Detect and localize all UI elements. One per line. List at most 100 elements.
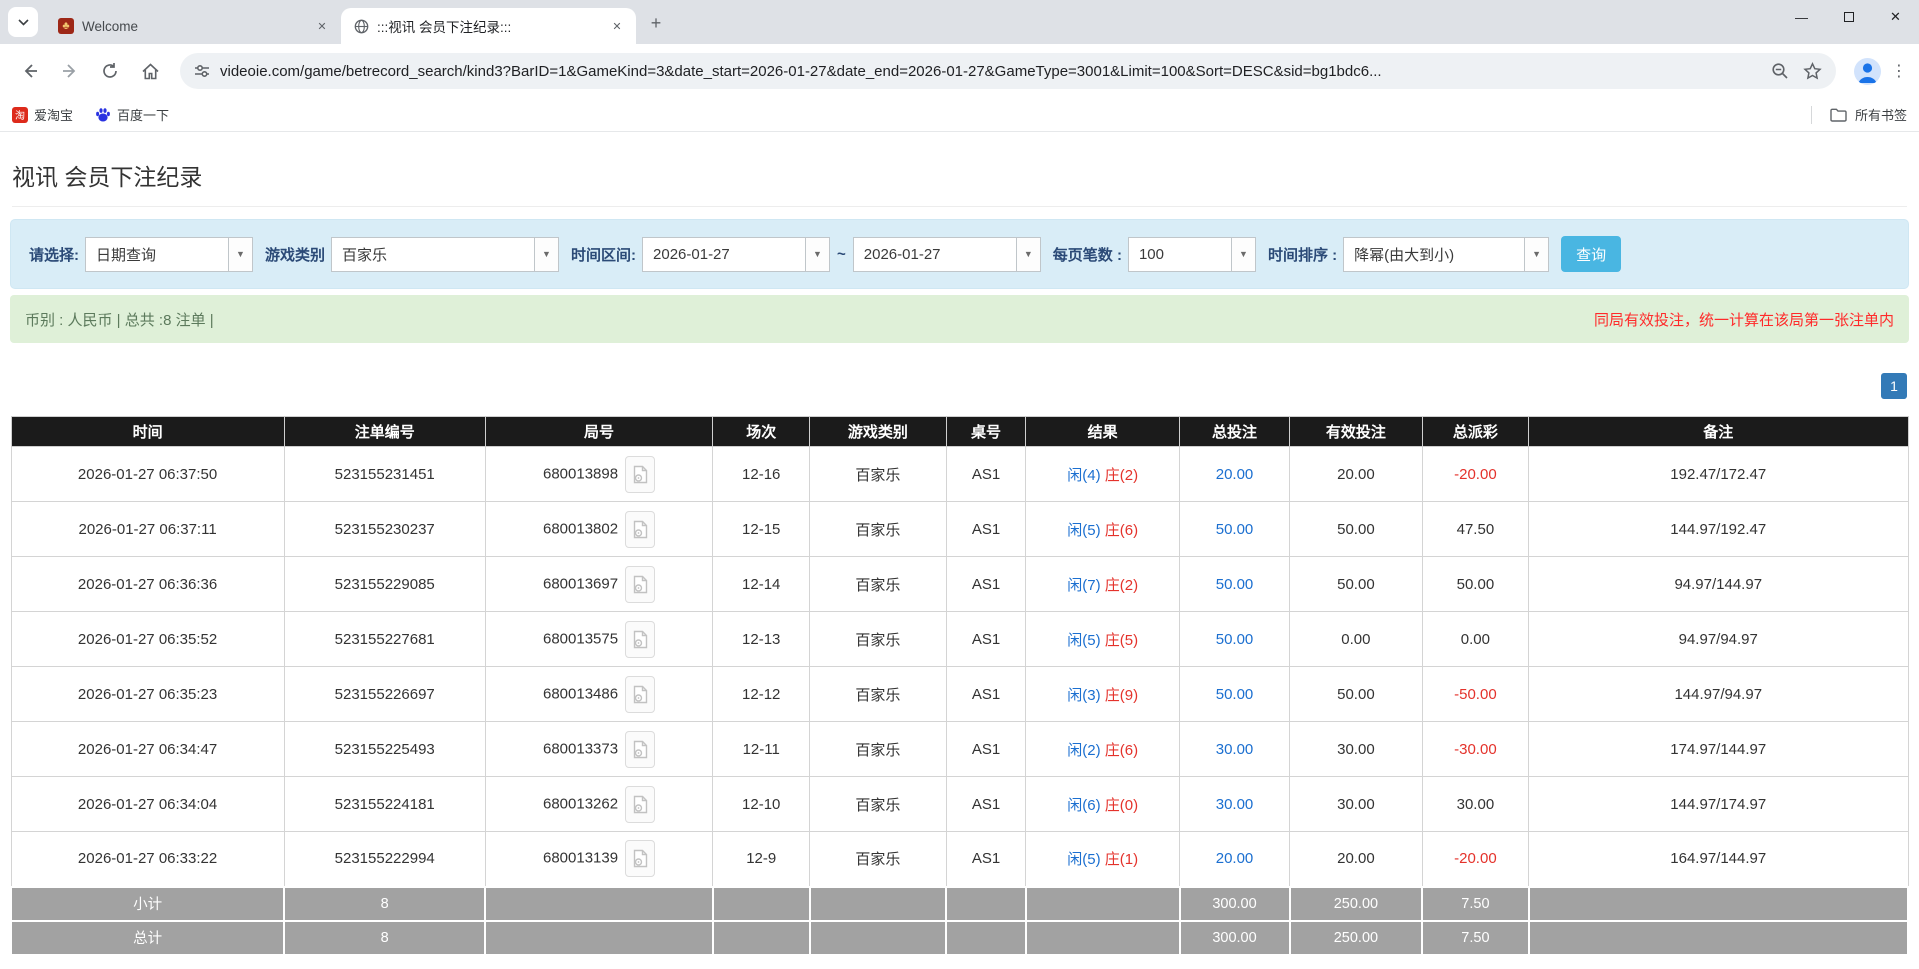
search-button[interactable]: 查询 — [1561, 236, 1621, 272]
cell-game-kind: 百家乐 — [810, 777, 947, 832]
round-replay-button[interactable] — [625, 456, 655, 493]
round-replay-button[interactable] — [625, 676, 655, 713]
zoom-out-icon[interactable] — [1771, 62, 1789, 80]
date-range-label: 时间区间: — [571, 244, 636, 265]
bookmark-star-icon[interactable] — [1803, 62, 1822, 81]
sort-select[interactable]: 降幂(由大到小) ▼ — [1343, 237, 1549, 272]
column-header: 桌号 — [946, 417, 1026, 447]
url-text[interactable]: videoie.com/game/betrecord_search/kind3?… — [220, 63, 1761, 80]
cell-round-id: 680013139 — [485, 832, 713, 887]
tab-list-chevron-button[interactable] — [8, 7, 38, 37]
cell-round-id: 680013575 — [485, 612, 713, 667]
summary-cell — [946, 887, 1026, 921]
column-header: 结果 — [1026, 417, 1180, 447]
cell-note: 94.97/94.97 — [1529, 612, 1908, 667]
cell-total-bet[interactable]: 20.00 — [1180, 447, 1290, 502]
globe-favicon-icon — [353, 18, 369, 34]
result-banker: 庄(2) — [1105, 577, 1138, 594]
home-icon[interactable] — [133, 54, 167, 88]
close-button[interactable]: ✕ — [1872, 0, 1919, 34]
tab-close-icon[interactable]: ✕ — [313, 17, 331, 35]
browser-menu-icon[interactable]: ⋮ — [1889, 61, 1909, 81]
person-icon — [1854, 58, 1881, 85]
cell-total-bet[interactable]: 20.00 — [1180, 832, 1290, 887]
cell-result: 闲(5) 庄(1) — [1026, 832, 1180, 887]
all-bookmarks-button[interactable]: 所有书签 — [1855, 105, 1907, 124]
cards-favicon-icon: ♣ — [58, 18, 74, 34]
cell-time: 2026-01-27 06:36:36 — [11, 557, 284, 612]
bookmark-label: 百度一下 — [117, 105, 169, 124]
table-header-row: 时间注单编号局号场次游戏类别桌号结果总投注有效投注总派彩备注 — [11, 417, 1908, 447]
cell-note: 174.97/144.97 — [1529, 722, 1908, 777]
window-controls: — ✕ — [1778, 0, 1919, 34]
cell-total-bet[interactable]: 50.00 — [1180, 557, 1290, 612]
result-banker: 庄(6) — [1105, 742, 1138, 759]
query-type-select[interactable]: 日期查询 ▼ — [85, 237, 253, 272]
browser-tab-betrecord[interactable]: :::视讯 会员下注纪录::: ✕ — [341, 8, 636, 44]
chevron-down-icon[interactable]: ▼ — [1524, 237, 1549, 272]
cell-result: 闲(6) 庄(0) — [1026, 777, 1180, 832]
video-file-icon — [633, 575, 648, 594]
cell-total-bet[interactable]: 30.00 — [1180, 722, 1290, 777]
round-replay-button[interactable] — [625, 621, 655, 658]
result-player: 闲(6) — [1067, 797, 1100, 814]
cell-result: 闲(3) 庄(9) — [1026, 667, 1180, 722]
game-kind-value: 百家乐 — [331, 237, 534, 272]
query-type-value: 日期查询 — [85, 237, 228, 272]
round-replay-button[interactable] — [625, 786, 655, 823]
currency-total-text: 币别 : 人民币 | 总共 :8 注单 | — [25, 309, 214, 330]
video-file-icon — [633, 685, 648, 704]
cell-total-bet[interactable]: 50.00 — [1180, 502, 1290, 557]
cell-total-bet[interactable]: 30.00 — [1180, 777, 1290, 832]
video-file-icon — [633, 465, 648, 484]
table-row: 2026-01-27 06:34:47523155225493680013373… — [11, 722, 1908, 777]
chevron-down-icon[interactable]: ▼ — [228, 237, 253, 272]
result-banker: 庄(9) — [1105, 687, 1138, 704]
table-row: 2026-01-27 06:37:50523155231451680013898… — [11, 447, 1908, 502]
tab-close-icon[interactable]: ✕ — [608, 17, 626, 35]
cell-session: 12-16 — [713, 447, 810, 502]
maximize-button[interactable] — [1825, 0, 1872, 34]
chevron-down-icon[interactable]: ▼ — [1016, 237, 1041, 272]
round-replay-button[interactable] — [625, 840, 655, 877]
summary-cell: 7.50 — [1422, 887, 1528, 921]
date-start-select[interactable]: 2026-01-27 ▼ — [642, 237, 830, 272]
cell-session: 12-13 — [713, 612, 810, 667]
cell-total-bet[interactable]: 50.00 — [1180, 612, 1290, 667]
cell-total-bet[interactable]: 50.00 — [1180, 667, 1290, 722]
result-banker: 庄(0) — [1105, 797, 1138, 814]
cell-payout: 50.00 — [1422, 557, 1528, 612]
round-replay-button[interactable] — [625, 511, 655, 548]
game-kind-select[interactable]: 百家乐 ▼ — [331, 237, 559, 272]
summary-cell — [485, 921, 713, 955]
filter-bar: 请选择: 日期查询 ▼ 游戏类别 百家乐 ▼ 时间区间: 2026-01-27 … — [10, 219, 1909, 289]
reload-icon[interactable] — [93, 54, 127, 88]
new-tab-button[interactable]: + — [642, 9, 670, 37]
site-settings-tune-icon[interactable] — [194, 63, 210, 79]
bookmarks-divider — [1811, 106, 1812, 124]
summary-cell: 小计 — [11, 887, 284, 921]
result-player: 闲(5) — [1067, 522, 1100, 539]
video-file-icon — [633, 630, 648, 649]
profile-avatar[interactable] — [1854, 58, 1881, 85]
round-replay-button[interactable] — [625, 566, 655, 603]
round-id-text: 680013697 — [543, 575, 618, 592]
chevron-down-icon[interactable]: ▼ — [534, 237, 559, 272]
back-icon[interactable] — [13, 54, 47, 88]
result-banker: 庄(6) — [1105, 522, 1138, 539]
per-page-select[interactable]: 100 ▼ — [1128, 237, 1256, 272]
chevron-down-icon[interactable]: ▼ — [1231, 237, 1256, 272]
round-replay-button[interactable] — [625, 731, 655, 768]
page-button-1[interactable]: 1 — [1881, 373, 1907, 399]
bookmarks-bar: 淘 爱淘宝 百度一下 所有书签 — [0, 98, 1919, 132]
address-bar[interactable]: videoie.com/game/betrecord_search/kind3?… — [180, 53, 1836, 89]
bookmark-baidu[interactable]: 百度一下 — [95, 105, 169, 124]
cell-payout: 30.00 — [1422, 777, 1528, 832]
date-end-select[interactable]: 2026-01-27 ▼ — [853, 237, 1041, 272]
cell-round-id: 680013262 — [485, 777, 713, 832]
forward-icon[interactable] — [53, 54, 87, 88]
bookmark-aitaobao[interactable]: 淘 爱淘宝 — [12, 105, 73, 124]
chevron-down-icon[interactable]: ▼ — [805, 237, 830, 272]
minimize-button[interactable]: — — [1778, 0, 1825, 34]
browser-tab-welcome[interactable]: ♣ Welcome ✕ — [46, 8, 341, 44]
